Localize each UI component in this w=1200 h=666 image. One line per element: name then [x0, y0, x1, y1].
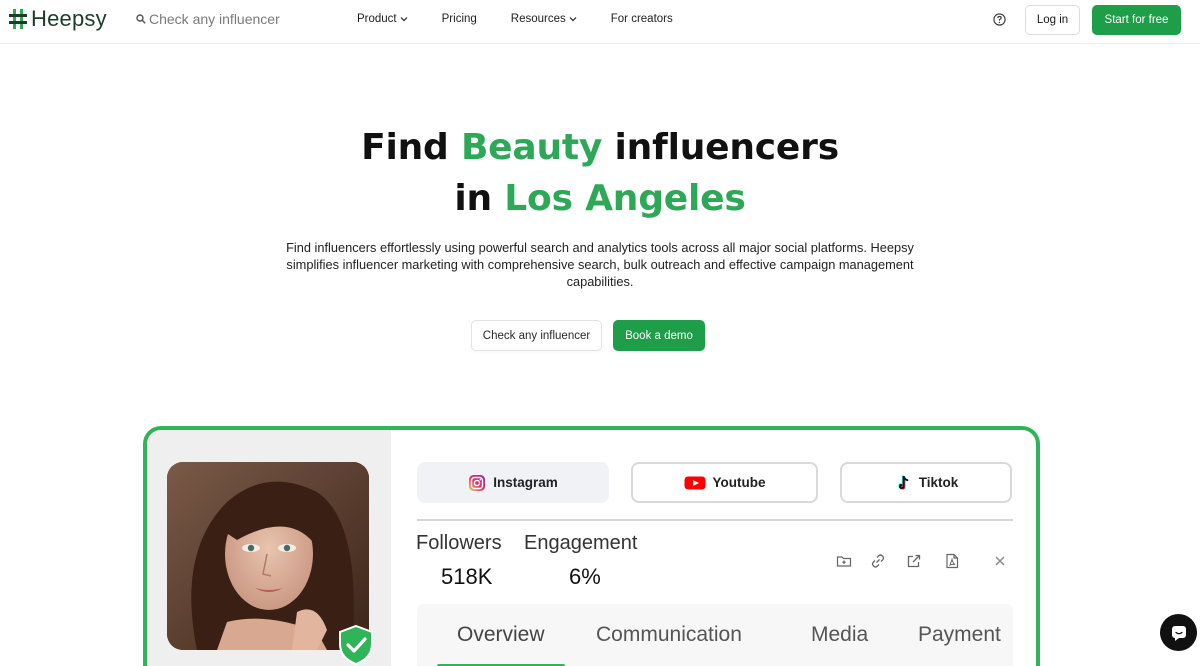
tab-communication[interactable]: Communication — [596, 623, 742, 647]
verified-shield-icon — [339, 624, 373, 666]
check-influencer-button[interactable]: Check any influencer — [471, 320, 602, 351]
search-icon — [136, 14, 146, 24]
nav-links: Product Pricing Resources For creators — [357, 13, 673, 25]
help-icon[interactable] — [993, 13, 1006, 26]
nav-pricing[interactable]: Pricing — [442, 13, 477, 25]
influencer-portrait-image — [167, 462, 369, 650]
engagement-label: Engagement — [524, 532, 638, 554]
platform-tab-tiktok[interactable]: Tiktok — [840, 462, 1012, 503]
influencer-profile-card: Instagram Youtube Tiktok Followers Engag… — [143, 426, 1040, 666]
hashtag-logo-icon — [9, 9, 27, 29]
tab-media[interactable]: Media — [811, 623, 868, 647]
nav-product-label: Product — [357, 13, 397, 25]
nav-resources-label: Resources — [510, 13, 566, 25]
top-navbar: Heepsy Check any influencer Product Pric… — [0, 0, 1200, 44]
chat-launcher-button[interactable] — [1160, 614, 1197, 651]
platform-label: Youtube — [712, 475, 766, 490]
logo-text: Heepsy — [31, 6, 107, 31]
hero-title-line2: in Los Angeles — [0, 173, 1200, 224]
engagement-value: 6% — [569, 564, 601, 589]
nav-search[interactable]: Check any influencer — [136, 11, 280, 27]
chat-icon — [1171, 625, 1186, 641]
tab-payment[interactable]: Payment — [918, 623, 1001, 647]
login-button[interactable]: Log in — [1025, 5, 1080, 35]
platform-tab-instagram[interactable]: Instagram — [417, 462, 609, 503]
instagram-icon — [469, 474, 486, 491]
tiktok-icon — [897, 474, 908, 490]
close-icon[interactable] — [993, 554, 1007, 568]
nav-for-creators[interactable]: For creators — [611, 13, 673, 25]
hero-title-text: Find — [361, 127, 461, 168]
external-link-icon[interactable] — [906, 553, 922, 569]
youtube-icon — [684, 476, 705, 489]
hero-title: Find Beauty influencers in Los Angeles — [0, 122, 1200, 224]
start-for-free-button[interactable]: Start for free — [1092, 5, 1181, 35]
search-placeholder[interactable]: Check any influencer — [149, 11, 280, 27]
hero-title-line1: Find Beauty influencers — [0, 122, 1200, 173]
heepsy-logo[interactable]: Heepsy — [9, 6, 107, 32]
nav-resources[interactable]: Resources — [511, 13, 577, 25]
pdf-icon[interactable] — [944, 553, 960, 569]
nav-product[interactable]: Product — [357, 13, 408, 25]
influencer-photo — [167, 462, 369, 650]
followers-value: 518K — [441, 564, 493, 589]
followers-label: Followers — [416, 532, 502, 554]
nav-creators-label: For creators — [610, 13, 673, 25]
tab-overview[interactable]: Overview — [457, 623, 545, 647]
card-divider — [417, 519, 1013, 521]
hero-title-category: Beauty — [460, 127, 603, 168]
hero-title-text: in — [454, 178, 505, 219]
nav-pricing-label: Pricing — [441, 13, 477, 25]
folder-icon[interactable] — [836, 553, 852, 569]
hero-title-location: Los Angeles — [504, 178, 746, 219]
chevron-down-icon — [400, 17, 408, 22]
chevron-down-icon — [569, 17, 577, 22]
platform-label: Tiktok — [918, 475, 959, 490]
hero-title-text: influencers — [602, 127, 840, 168]
platform-label: Instagram — [493, 475, 558, 490]
platform-tab-youtube[interactable]: Youtube — [631, 462, 818, 503]
link-icon[interactable] — [870, 553, 886, 569]
hero-subtitle: Find influencers effortlessly using powe… — [286, 240, 914, 289]
book-demo-button[interactable]: Book a demo — [613, 320, 705, 351]
